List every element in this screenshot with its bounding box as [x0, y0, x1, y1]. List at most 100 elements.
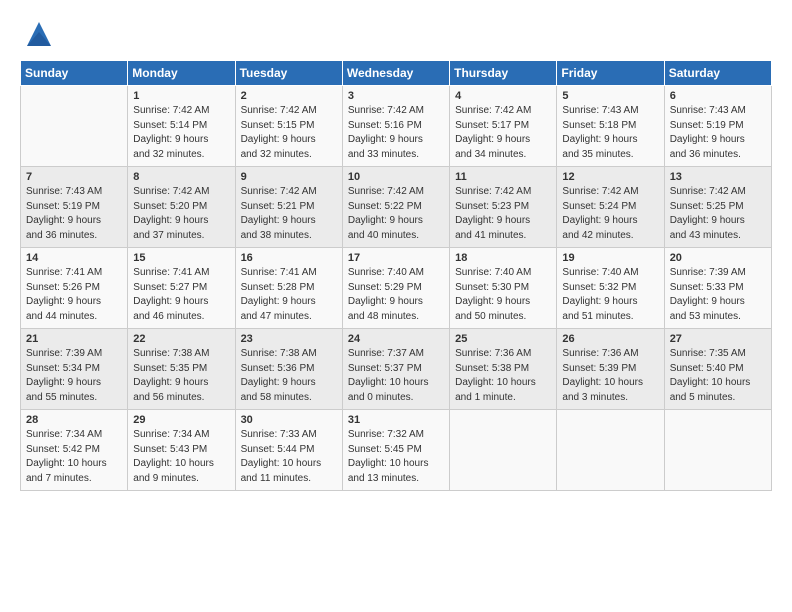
cell-content: Sunrise: 7:42 AM Sunset: 5:15 PM Dayligh… — [241, 104, 337, 162]
cell-content: Sunrise: 7:41 AM Sunset: 5:26 PM Dayligh… — [26, 266, 122, 324]
logo-icon — [23, 18, 55, 50]
cell-content: Sunrise: 7:42 AM Sunset: 5:16 PM Dayligh… — [348, 104, 444, 162]
week-row-2: 7Sunrise: 7:43 AM Sunset: 5:19 PM Daylig… — [21, 167, 772, 248]
calendar-cell: 20 Sunrise: 7:39 AM Sunset: 5:33 PM Dayli… — [664, 248, 771, 329]
calendar-cell: 24Sunrise: 7:37 AM Sunset: 5:37 PM Dayli… — [342, 329, 449, 410]
calendar-cell: 13 Sunrise: 7:42 AM Sunset: 5:25 PM Dayli… — [664, 167, 771, 248]
calendar-cell: 23 Sunrise: 7:38 AM Sunset: 5:36 PM Dayli… — [235, 329, 342, 410]
day-number: 23 — [241, 333, 337, 345]
week-row-4: 21Sunrise: 7:39 AM Sunset: 5:34 PM Dayli… — [21, 329, 772, 410]
day-header-wednesday: Wednesday — [342, 61, 449, 86]
day-number: 4 — [455, 90, 551, 102]
day-number: 27 — [670, 333, 766, 345]
week-row-3: 14 Sunrise: 7:41 AM Sunset: 5:26 PM Dayli… — [21, 248, 772, 329]
cell-content: Sunrise: 7:38 AM Sunset: 5:36 PM Dayligh… — [241, 347, 337, 405]
day-number: 26 — [562, 333, 658, 345]
day-number: 31 — [348, 414, 444, 426]
day-number: 18 — [455, 252, 551, 264]
calendar-cell: 4 Sunrise: 7:42 AM Sunset: 5:17 PM Daylig… — [450, 86, 557, 167]
cell-content: Sunrise: 7:39 AM Sunset: 5:33 PM Dayligh… — [670, 266, 766, 324]
cell-content: Sunrise: 7:42 AM Sunset: 5:17 PM Dayligh… — [455, 104, 551, 162]
day-number: 30 — [241, 414, 337, 426]
calendar-cell: 28Sunrise: 7:34 AM Sunset: 5:42 PM Dayli… — [21, 410, 128, 491]
header — [20, 18, 772, 50]
cell-content: Sunrise: 7:41 AM Sunset: 5:28 PM Dayligh… — [241, 266, 337, 324]
calendar-cell — [21, 86, 128, 167]
day-number: 22 — [133, 333, 229, 345]
day-number: 6 — [670, 90, 766, 102]
day-number: 20 — [670, 252, 766, 264]
day-header-tuesday: Tuesday — [235, 61, 342, 86]
cell-content: Sunrise: 7:38 AM Sunset: 5:35 PM Dayligh… — [133, 347, 229, 405]
day-header-thursday: Thursday — [450, 61, 557, 86]
calendar-cell: 26 Sunrise: 7:36 AM Sunset: 5:39 PM Dayli… — [557, 329, 664, 410]
cell-content: Sunrise: 7:42 AM Sunset: 5:20 PM Dayligh… — [133, 185, 229, 243]
calendar-cell: 16 Sunrise: 7:41 AM Sunset: 5:28 PM Dayli… — [235, 248, 342, 329]
day-header-monday: Monday — [128, 61, 235, 86]
day-number: 16 — [241, 252, 337, 264]
calendar-cell — [664, 410, 771, 491]
calendar-cell: 9Sunrise: 7:42 AM Sunset: 5:21 PM Daylig… — [235, 167, 342, 248]
week-row-5: 28Sunrise: 7:34 AM Sunset: 5:42 PM Dayli… — [21, 410, 772, 491]
calendar-cell: 5 Sunrise: 7:43 AM Sunset: 5:18 PM Daylig… — [557, 86, 664, 167]
day-number: 29 — [133, 414, 229, 426]
day-number: 11 — [455, 171, 551, 183]
calendar-header: SundayMondayTuesdayWednesdayThursdayFrid… — [21, 61, 772, 86]
cell-content: Sunrise: 7:40 AM Sunset: 5:30 PM Dayligh… — [455, 266, 551, 324]
day-number: 17 — [348, 252, 444, 264]
page: SundayMondayTuesdayWednesdayThursdayFrid… — [0, 0, 792, 501]
cell-content: Sunrise: 7:41 AM Sunset: 5:27 PM Dayligh… — [133, 266, 229, 324]
calendar-cell: 6 Sunrise: 7:43 AM Sunset: 5:19 PM Daylig… — [664, 86, 771, 167]
calendar-cell: 14 Sunrise: 7:41 AM Sunset: 5:26 PM Dayli… — [21, 248, 128, 329]
cell-content: Sunrise: 7:34 AM Sunset: 5:43 PM Dayligh… — [133, 428, 229, 486]
cell-content: Sunrise: 7:37 AM Sunset: 5:37 PM Dayligh… — [348, 347, 444, 405]
calendar-cell: 19Sunrise: 7:40 AM Sunset: 5:32 PM Dayli… — [557, 248, 664, 329]
day-number: 15 — [133, 252, 229, 264]
cell-content: Sunrise: 7:42 AM Sunset: 5:14 PM Dayligh… — [133, 104, 229, 162]
cell-content: Sunrise: 7:36 AM Sunset: 5:38 PM Dayligh… — [455, 347, 551, 405]
calendar-cell: 8 Sunrise: 7:42 AM Sunset: 5:20 PM Daylig… — [128, 167, 235, 248]
cell-content: Sunrise: 7:36 AM Sunset: 5:39 PM Dayligh… — [562, 347, 658, 405]
calendar-cell: 25Sunrise: 7:36 AM Sunset: 5:38 PM Dayli… — [450, 329, 557, 410]
day-number: 1 — [133, 90, 229, 102]
calendar-cell: 12 Sunrise: 7:42 AM Sunset: 5:24 PM Dayli… — [557, 167, 664, 248]
cell-content: Sunrise: 7:42 AM Sunset: 5:22 PM Dayligh… — [348, 185, 444, 243]
calendar-cell — [450, 410, 557, 491]
cell-content: Sunrise: 7:42 AM Sunset: 5:23 PM Dayligh… — [455, 185, 551, 243]
calendar-cell — [557, 410, 664, 491]
cell-content: Sunrise: 7:32 AM Sunset: 5:45 PM Dayligh… — [348, 428, 444, 486]
calendar-table: SundayMondayTuesdayWednesdayThursdayFrid… — [20, 60, 772, 491]
day-number: 8 — [133, 171, 229, 183]
day-number: 12 — [562, 171, 658, 183]
day-header-friday: Friday — [557, 61, 664, 86]
cell-content: Sunrise: 7:42 AM Sunset: 5:25 PM Dayligh… — [670, 185, 766, 243]
calendar-cell: 30 Sunrise: 7:33 AM Sunset: 5:44 PM Dayli… — [235, 410, 342, 491]
cell-content: Sunrise: 7:43 AM Sunset: 5:19 PM Dayligh… — [670, 104, 766, 162]
calendar-cell: 21Sunrise: 7:39 AM Sunset: 5:34 PM Dayli… — [21, 329, 128, 410]
day-number: 14 — [26, 252, 122, 264]
cell-content: Sunrise: 7:40 AM Sunset: 5:32 PM Dayligh… — [562, 266, 658, 324]
logo — [20, 18, 55, 50]
cell-content: Sunrise: 7:43 AM Sunset: 5:18 PM Dayligh… — [562, 104, 658, 162]
calendar-cell: 3Sunrise: 7:42 AM Sunset: 5:16 PM Daylig… — [342, 86, 449, 167]
calendar-body: 1 Sunrise: 7:42 AM Sunset: 5:14 PM Daylig… — [21, 86, 772, 491]
cell-content: Sunrise: 7:33 AM Sunset: 5:44 PM Dayligh… — [241, 428, 337, 486]
calendar-cell: 22 Sunrise: 7:38 AM Sunset: 5:35 PM Dayli… — [128, 329, 235, 410]
calendar-cell: 31 Sunrise: 7:32 AM Sunset: 5:45 PM Dayli… — [342, 410, 449, 491]
day-number: 28 — [26, 414, 122, 426]
cell-content: Sunrise: 7:42 AM Sunset: 5:24 PM Dayligh… — [562, 185, 658, 243]
cell-content: Sunrise: 7:40 AM Sunset: 5:29 PM Dayligh… — [348, 266, 444, 324]
day-number: 5 — [562, 90, 658, 102]
calendar-cell: 18 Sunrise: 7:40 AM Sunset: 5:30 PM Dayli… — [450, 248, 557, 329]
header-row: SundayMondayTuesdayWednesdayThursdayFrid… — [21, 61, 772, 86]
calendar-cell: 11 Sunrise: 7:42 AM Sunset: 5:23 PM Dayli… — [450, 167, 557, 248]
day-number: 10 — [348, 171, 444, 183]
calendar-cell: 10 Sunrise: 7:42 AM Sunset: 5:22 PM Dayli… — [342, 167, 449, 248]
day-number: 13 — [670, 171, 766, 183]
day-header-sunday: Sunday — [21, 61, 128, 86]
day-number: 7 — [26, 171, 122, 183]
day-number: 9 — [241, 171, 337, 183]
calendar-cell: 7Sunrise: 7:43 AM Sunset: 5:19 PM Daylig… — [21, 167, 128, 248]
calendar-cell: 29 Sunrise: 7:34 AM Sunset: 5:43 PM Dayli… — [128, 410, 235, 491]
calendar-cell: 15 Sunrise: 7:41 AM Sunset: 5:27 PM Dayli… — [128, 248, 235, 329]
